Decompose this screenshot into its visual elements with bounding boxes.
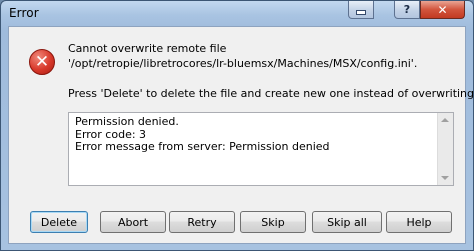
details-line: Permission denied. [75,115,179,128]
dialog-client-area: ✕ Cannot overwrite remote file '/opt/ret… [8,26,473,244]
delete-button[interactable]: Delete [30,211,88,233]
message-line-3: Press 'Delete' to delete the file and cr… [68,87,474,100]
message-line-1: Cannot overwrite remote file [68,42,227,55]
skip-button[interactable]: Skip [240,211,306,233]
minimize-button[interactable] [348,1,374,19]
error-icon: ✕ [29,49,55,75]
close-button[interactable]: ✕ [420,1,465,19]
scroll-down-icon[interactable] [441,176,449,180]
details-scrollbar[interactable] [437,113,453,185]
window-title: Error [9,6,39,20]
help-button[interactable]: Help [386,211,452,233]
details-textbox[interactable]: Permission denied. Error code: 3 Error m… [68,112,454,186]
abort-button[interactable]: Abort [100,211,166,233]
minimize-icon [356,10,366,15]
skip-all-button[interactable]: Skip all [312,211,382,233]
help-titlebar-button[interactable]: ? [394,1,420,19]
retry-button[interactable]: Retry [169,211,235,233]
scroll-up-icon[interactable] [441,118,449,122]
message-line-2: '/opt/retropie/libretrocores/lr-bluemsx/… [68,57,418,70]
details-line: Error message from server: Permission de… [75,140,330,153]
error-dialog: Error ? ✕ ✕ Cannot overwrite remote file… [0,0,474,251]
